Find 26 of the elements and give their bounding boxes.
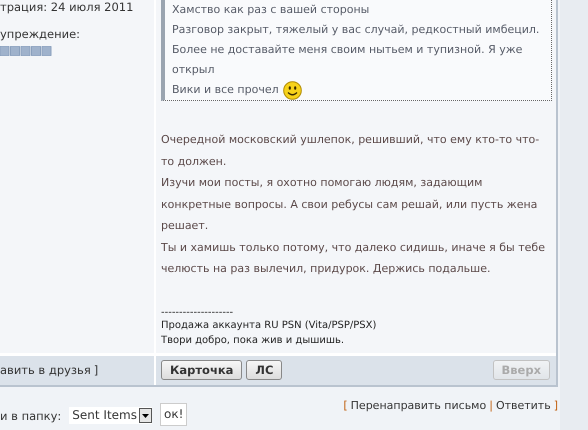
post-button[interactable]: Карточка (161, 360, 242, 380)
bracket-text: ] (554, 398, 558, 412)
post-text: Ты и хамишь только потому, что далеко сидишь, иначе я бы тебе челюсть на раз вылечил, придурок. Держись подальше. (161, 240, 546, 277)
message-action-link[interactable]: Ответить (496, 398, 551, 412)
quote-text: Вики и все прочел (172, 82, 279, 98)
signature-text: Продажа аккаунта RU PSN (Vita/PSP/PSX) (161, 318, 378, 332)
post-text: Очередной московский ушлепок, решивший, что ему кто-то что-то должен. (161, 132, 540, 170)
quote-text: Хамство как раз с вашей стороны (172, 2, 370, 18)
bracket-text: [ (343, 398, 348, 412)
post-button[interactable]: ЛС (246, 360, 282, 380)
message-action-link[interactable]: Перенаправить письмо (350, 398, 486, 412)
bracket-text: ] (94, 363, 98, 377)
folder-select[interactable]: Sent Items (69, 406, 152, 424)
warning-level-drawing (0, 46, 52, 56)
add-friend-link[interactable]: авить в друзья (0, 363, 91, 377)
ok-button[interactable]: ок! (160, 402, 188, 426)
post-text: Изучи мои посты, я охотно помогаю людям, задающим конкретные вопросы. А свои ребусы сам решай, или пусть жена решает. (161, 175, 538, 234)
quote-text: Более не доставайте меня своим нытьем и тупизной. Я уже открыл (172, 42, 524, 78)
quote-text: Разговор закрыт, тяжелый у вас случай, редкостный имбецил. (172, 22, 540, 38)
registration-date: трация: 24 июля 2011 (0, 0, 134, 14)
signature-divider: -------------------- (161, 308, 234, 318)
move-to-folder-label: и в папку: (0, 408, 62, 422)
smiley-icon (282, 80, 302, 100)
separator-text: | (489, 398, 493, 412)
signature-text: Твори добро, пока жив и дышишь. (161, 334, 346, 348)
warning-label: упреждение: (0, 26, 82, 42)
